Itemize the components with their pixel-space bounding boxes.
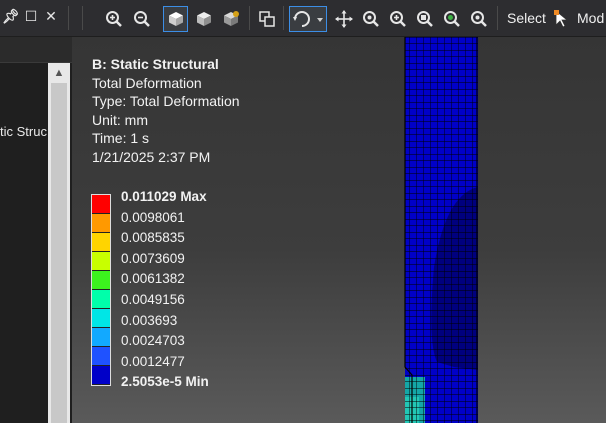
pin-icon[interactable]: 📌︎	[2, 8, 20, 26]
graphics-viewport[interactable]: B: Static Structural Total Deformation T…	[72, 37, 606, 423]
mode-button[interactable]: Mod	[577, 10, 604, 26]
legend-swatch	[92, 214, 110, 233]
toolbar-separator	[82, 6, 83, 30]
legend-swatch	[92, 309, 110, 328]
select-button[interactable]: Select	[507, 10, 546, 26]
select-cursor-icon[interactable]	[554, 9, 570, 29]
pane-controls: 📌︎ ☐ ✕	[2, 8, 58, 26]
legend-swatch	[92, 366, 110, 385]
toolbar-separator	[249, 6, 250, 30]
rotate-icon[interactable]	[289, 6, 327, 32]
tree-item-static-structural[interactable]: tic Struc	[0, 124, 47, 139]
legend-min-label: 2.5053e-5 Min	[121, 374, 209, 390]
result-time: Time: 1 s	[92, 130, 150, 146]
zoom-selected-icon[interactable]	[442, 9, 462, 29]
legend-level-label: 0.003693	[121, 312, 178, 328]
zoom-mode-icon[interactable]	[469, 9, 489, 29]
result-info: B: Static Structural Total Deformation T…	[92, 55, 240, 166]
result-date: 1/21/2025 2:37 PM	[92, 148, 211, 165]
legend-level-label: 0.0049156	[121, 291, 185, 307]
legend-swatch	[92, 347, 110, 366]
legend-max-label: 0.011029 Max	[121, 189, 207, 204]
analysis-title: B: Static Structural	[92, 56, 219, 72]
result-type: Type: Total Deformation	[92, 93, 240, 109]
mesh-model[interactable]	[402, 37, 478, 423]
legend-level-label: 0.0085835	[121, 230, 185, 246]
legend-labels: 0.011029 Max 0.0098061 0.0085835 0.00736…	[121, 187, 209, 393]
legend-level-label: 0.0061382	[121, 271, 185, 287]
iso-view-icon[interactable]	[163, 6, 188, 32]
result-unit: Unit: mm	[92, 111, 148, 128]
legend-swatch	[92, 233, 110, 252]
legend-swatch	[92, 290, 110, 309]
toolbar-separator	[283, 6, 284, 30]
legend-color-bar	[91, 194, 111, 386]
toolbar-separator	[497, 6, 498, 30]
zoom-box-icon[interactable]	[361, 9, 381, 29]
result-name: Total Deformation	[92, 74, 202, 91]
zoom-fit-icon[interactable]	[388, 9, 408, 29]
zoom-in-icon[interactable]	[104, 9, 124, 29]
zoom-region-icon[interactable]	[415, 9, 435, 29]
legend-level-label: 0.0012477	[121, 353, 185, 369]
close-icon[interactable]: ✕	[44, 8, 58, 26]
toolbar-separator	[68, 6, 69, 30]
legend-level-label: 0.0024703	[121, 333, 185, 349]
scroll-up-icon[interactable]: ▲	[48, 63, 70, 83]
outline-panel: tic Struc ▲	[0, 37, 72, 423]
legend-swatch	[92, 195, 110, 214]
legend-swatch	[92, 252, 110, 271]
legend-level-label: 0.0098061	[121, 209, 185, 225]
legend-swatch	[92, 328, 110, 347]
legend-level-label: 0.0073609	[121, 250, 185, 266]
shaded-view-icon[interactable]	[221, 9, 241, 29]
outline-header	[0, 37, 72, 63]
zoom-out-icon[interactable]	[132, 9, 152, 29]
legend-swatch	[92, 271, 110, 290]
restore-icon[interactable]: ☐	[24, 8, 38, 26]
window-icon[interactable]	[257, 9, 277, 29]
toolbar: 📌︎ ☐ ✕ Select Mod	[0, 0, 606, 37]
scroll-thumb[interactable]	[51, 83, 67, 423]
outline-scrollbar[interactable]: ▲	[48, 63, 70, 423]
cube-view-icon[interactable]	[194, 9, 214, 29]
pan-icon[interactable]	[334, 9, 354, 29]
